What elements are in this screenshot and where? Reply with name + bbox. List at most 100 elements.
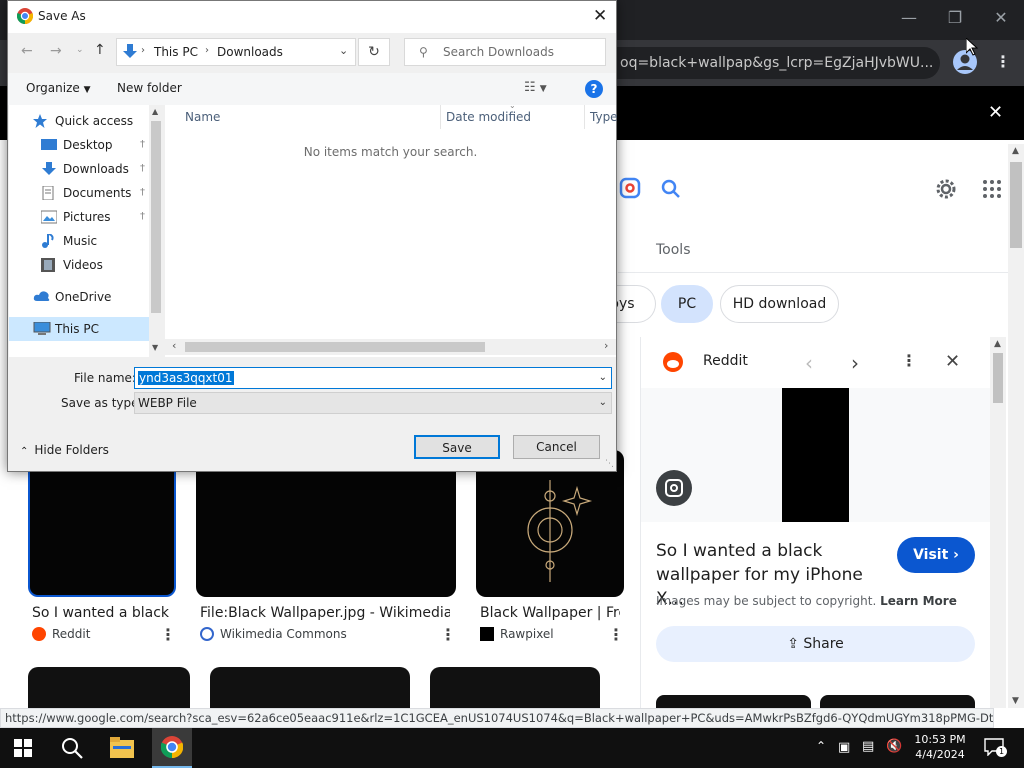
source-label: Reddit <box>52 627 91 641</box>
dialog-close-button[interactable]: ✕ <box>593 6 607 26</box>
nav-item-onedrive[interactable]: OneDrive <box>9 285 149 309</box>
volume-muted-icon[interactable]: 🔇 <box>886 739 902 754</box>
pin-icon: † <box>140 163 145 174</box>
browser-menu-icon[interactable]: ⋮ <box>995 52 1011 71</box>
settings-gear-icon[interactable] <box>934 177 958 201</box>
forward-arrow-icon[interactable]: → <box>50 43 62 59</box>
file-name-label: File name: <box>74 371 136 385</box>
chip-pc[interactable]: PC <box>661 285 713 323</box>
clock-time: 10:53 PM <box>914 733 966 746</box>
save-type-dropdown-icon[interactable]: ⌄ <box>599 393 607 413</box>
result-image-1[interactable] <box>28 460 176 597</box>
action-center-icon[interactable]: 1 <box>984 738 1007 757</box>
nav-item-videos[interactable]: Videos <box>9 253 149 277</box>
file-explorer-icon[interactable] <box>110 737 134 759</box>
prev-arrow-icon[interactable]: ‹ <box>805 351 813 375</box>
nav-item-label: Desktop <box>63 138 113 152</box>
save-button[interactable]: Save <box>414 435 500 459</box>
breadcrumb-downloads[interactable]: Downloads <box>217 45 283 59</box>
nav-item-label: This PC <box>55 322 99 336</box>
close-bar-icon[interactable]: ✕ <box>988 102 1003 123</box>
result-title-3[interactable]: Black Wallpaper | Fre... <box>480 605 620 621</box>
cancel-button[interactable]: Cancel <box>513 435 600 459</box>
save-type-select[interactable]: WEBP File ⌄ <box>134 392 612 414</box>
panel-scrollbar[interactable]: ▲ <box>990 337 1006 708</box>
column-name[interactable]: Name <box>165 105 441 129</box>
more-options-icon[interactable]: ⋮ <box>160 625 176 644</box>
nav-item-desktop[interactable]: Desktop † <box>9 133 149 157</box>
nav-scrollbar[interactable]: ▲ ▼ <box>149 105 163 357</box>
horizontal-scrollbar[interactable]: ‹ › <box>165 339 616 355</box>
panel-close-icon[interactable]: ✕ <box>945 351 960 372</box>
address-bar[interactable]: oq=black+wallpap&gs_lcrp=EgZjaHJvbWU... <box>600 47 940 79</box>
chip-hd-download[interactable]: HD download <box>720 285 839 323</box>
column-type[interactable]: Type <box>585 105 625 129</box>
share-button[interactable]: ⇪ Share <box>656 626 975 662</box>
dialog-title: Save As <box>38 9 86 23</box>
hide-folders-toggle[interactable]: ⌃ Hide Folders <box>20 443 109 457</box>
search-icon[interactable] <box>60 736 84 760</box>
display-icon[interactable]: ▤ <box>862 739 874 754</box>
learn-more-link[interactable]: Learn More <box>880 594 957 608</box>
image-preview-panel: Reddit ‹ › ⋮ ✕ So I wanted a black wallp… <box>640 337 991 728</box>
file-name-dropdown-icon[interactable]: ⌄ <box>599 368 607 388</box>
panel-more-icon[interactable]: ⋮ <box>901 351 917 370</box>
save-type-value: WEBP File <box>138 396 197 410</box>
nav-item-label: Quick access <box>55 114 134 128</box>
result-source-1[interactable]: Reddit <box>32 627 90 641</box>
up-arrow-icon[interactable]: ↑ <box>94 42 106 58</box>
minimize-button[interactable]: — <box>894 8 924 27</box>
visit-button[interactable]: Visit › <box>897 537 975 573</box>
organize-menu[interactable]: Organize ▼ <box>26 81 91 95</box>
panel-source[interactable]: Reddit <box>703 353 748 369</box>
result-title-1[interactable]: So I wanted a black ... <box>32 605 172 621</box>
reddit-icon <box>32 627 46 641</box>
breadcrumb-this-pc[interactable]: This PC <box>154 45 198 59</box>
back-arrow-icon[interactable]: ← <box>21 43 33 59</box>
nav-item-music[interactable]: Music <box>9 229 149 253</box>
nav-item-quick-access[interactable]: Quick access <box>9 109 149 133</box>
search-icon[interactable] <box>659 177 683 201</box>
refresh-button[interactable]: ↻ <box>358 38 390 66</box>
clock[interactable]: 10:53 PM 4/4/2024 <box>914 732 966 762</box>
view-options-icon[interactable]: ☷ ▼ <box>524 80 547 95</box>
chrome-taskbar-button[interactable] <box>152 728 192 768</box>
result-image-3[interactable] <box>476 450 624 597</box>
network-icon[interactable]: ▣ <box>838 740 850 755</box>
file-name-input[interactable]: ynd3as3qqxt01 ⌄ <box>134 367 612 389</box>
film-icon <box>41 258 57 272</box>
preview-image[interactable] <box>782 388 849 522</box>
resize-grip-icon[interactable]: ⋱ <box>605 459 614 469</box>
tools-button[interactable]: Tools <box>656 242 691 258</box>
lens-search-icon[interactable] <box>656 470 692 506</box>
more-options-icon[interactable]: ⋮ <box>440 625 456 644</box>
result-image-2[interactable] <box>196 460 456 597</box>
next-arrow-icon[interactable]: › <box>851 351 859 375</box>
address-breadcrumb[interactable]: › This PC › Downloads ⌄ <box>116 38 356 66</box>
maximize-button[interactable]: ❐ <box>940 8 970 27</box>
new-folder-button[interactable]: New folder <box>117 81 182 95</box>
notification-badge: 1 <box>996 746 1007 757</box>
address-dropdown-icon[interactable]: ⌄ <box>339 44 348 57</box>
window-close-button[interactable]: ✕ <box>986 8 1016 27</box>
pin-icon: † <box>140 139 145 150</box>
reddit-icon <box>663 352 683 372</box>
nav-item-this-pc[interactable]: This PC <box>9 317 149 341</box>
result-source-3[interactable]: Rawpixel <box>480 627 554 641</box>
help-icon[interactable]: ? <box>585 80 603 98</box>
page-scrollbar[interactable]: ▲ ▼ <box>1008 144 1024 708</box>
windows-start-icon[interactable] <box>14 739 32 757</box>
file-name-value: ynd3as3qqxt01 <box>138 371 234 385</box>
result-title-2[interactable]: File:Black Wallpaper.jpg - Wikimedia C..… <box>200 605 450 621</box>
result-source-2[interactable]: Wikimedia Commons <box>200 627 347 641</box>
recent-locations-icon[interactable]: ⌄ <box>76 45 84 55</box>
nav-item-documents[interactable]: Documents † <box>9 181 149 205</box>
nav-item-downloads[interactable]: Downloads † <box>9 157 149 181</box>
lens-icon[interactable] <box>618 176 642 200</box>
show-hidden-icons[interactable]: ⌃ <box>816 739 826 753</box>
nav-item-pictures[interactable]: Pictures † <box>9 205 149 229</box>
apps-grid-icon[interactable] <box>982 179 1002 199</box>
search-downloads-input[interactable]: ⚲ Search Downloads <box>404 38 606 66</box>
mouse-cursor <box>966 38 978 56</box>
more-options-icon[interactable]: ⋮ <box>608 625 624 644</box>
